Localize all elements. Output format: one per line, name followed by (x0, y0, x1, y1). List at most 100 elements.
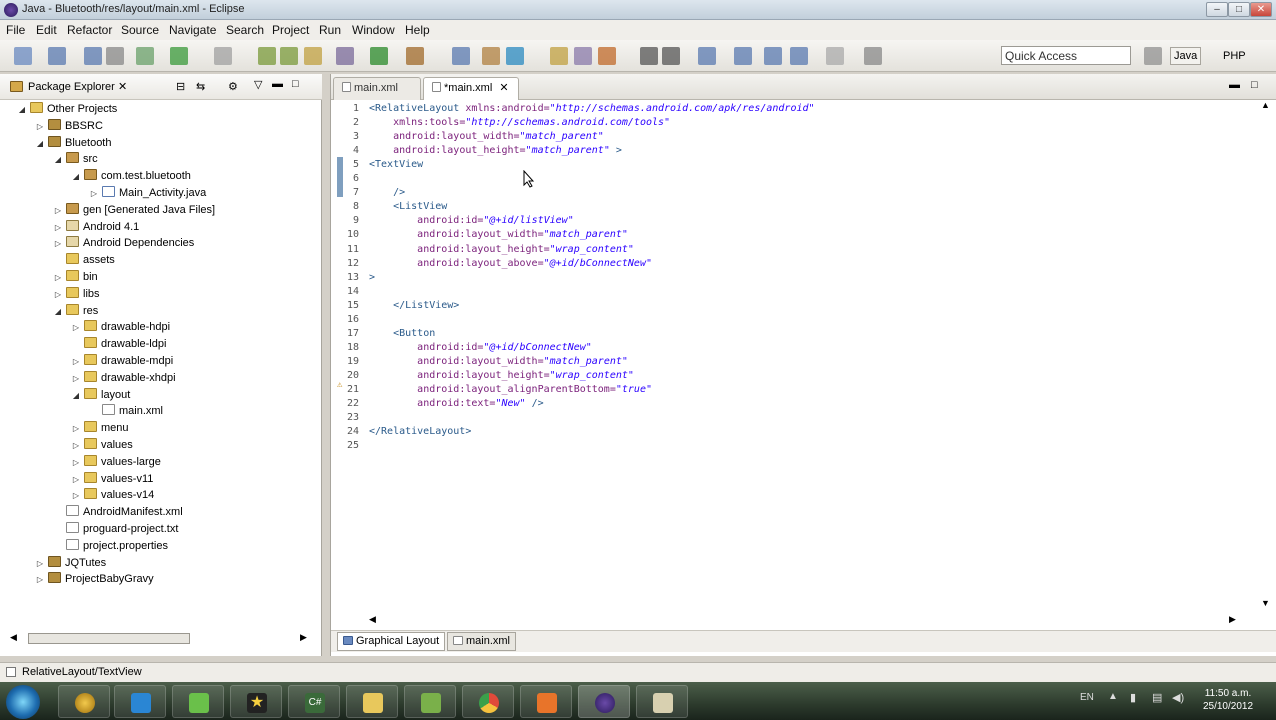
collapsed-icon[interactable]: ▷ (54, 235, 62, 252)
collapsed-icon[interactable]: ▷ (72, 454, 80, 471)
network-icon[interactable]: ▤ (1152, 691, 1162, 704)
code-line[interactable]: android:layout_width="match_parent" (369, 229, 628, 240)
tree-item[interactable]: ▷ drawable-hdpi (72, 319, 170, 336)
taskbar-app-explorer[interactable] (346, 685, 398, 718)
save-all-icon[interactable] (84, 47, 102, 65)
code-line[interactable]: android:id="@+id/listView" (369, 215, 574, 226)
collapsed-icon[interactable]: ▷ (54, 202, 62, 219)
code-line[interactable]: android:layout_width="match_parent" (369, 131, 604, 142)
collapsed-icon[interactable]: ▷ (36, 118, 44, 135)
lint-icon[interactable] (304, 47, 322, 65)
menu-edit[interactable]: Edit (36, 23, 57, 37)
back-icon[interactable] (734, 47, 752, 65)
maximize-view-icon[interactable]: □ (292, 78, 299, 90)
pin-icon[interactable] (826, 47, 844, 65)
horizontal-scrollbar[interactable]: ◀ ▶ (10, 630, 310, 646)
collapsed-icon[interactable]: ▷ (72, 353, 80, 370)
collapsed-icon[interactable]: ▷ (72, 437, 80, 454)
code-line[interactable]: </ListView> (369, 300, 459, 311)
run-play-icon[interactable] (370, 47, 388, 65)
expanded-icon[interactable]: ◢ (54, 303, 62, 320)
taskbar-app-notepadpp[interactable] (172, 685, 224, 718)
tree-item[interactable]: ▷ drawable-mdpi (72, 353, 173, 370)
collapsed-icon[interactable]: ▷ (72, 319, 80, 336)
collapsed-icon[interactable]: ▷ (72, 370, 80, 387)
forward-icon[interactable] (764, 47, 782, 65)
close-tab-icon[interactable]: ✕ (499, 82, 508, 94)
maximize-button[interactable]: □ (1228, 2, 1250, 17)
php-perspective-button[interactable]: PHP (1219, 47, 1250, 65)
code-line[interactable]: <ListView (369, 201, 447, 212)
code-line[interactable]: </RelativeLayout> (369, 426, 471, 437)
tree-item[interactable]: ▷ values-large (72, 454, 161, 471)
code-line[interactable]: <RelativeLayout xmlns:android="http://sc… (369, 103, 815, 114)
menu-project[interactable]: Project (272, 23, 309, 37)
code-line[interactable]: android:layout_height="match_parent" > (369, 145, 622, 156)
annotation-icon[interactable] (598, 47, 616, 65)
code-line[interactable]: > (369, 272, 375, 283)
external-tools-icon[interactable] (214, 47, 232, 65)
tree-item[interactable]: ▷ drawable-xhdpi (72, 370, 176, 387)
task-icon[interactable] (574, 47, 592, 65)
last-edit-icon[interactable] (698, 47, 716, 65)
scroll-up-icon[interactable]: ▲ (1261, 100, 1270, 110)
taskbar-app-chrome-old[interactable] (58, 685, 110, 718)
menu-search[interactable]: Search (226, 23, 264, 37)
close-view-icon[interactable]: ✕ (118, 80, 127, 93)
tree-item[interactable]: ▷ menu (72, 420, 129, 437)
new-class-icon[interactable] (506, 47, 524, 65)
scroll-left-icon[interactable]: ◀ (10, 632, 17, 643)
collapsed-icon[interactable]: ▷ (54, 269, 62, 286)
collapsed-icon[interactable]: ▷ (54, 219, 62, 236)
expanded-icon[interactable]: ◢ (72, 168, 80, 185)
avd-icon[interactable] (280, 47, 298, 65)
misc-icon[interactable] (864, 47, 882, 65)
tree-item[interactable]: ◢ res (54, 303, 98, 320)
tree-item[interactable]: ▷ Main_Activity.java (90, 185, 206, 202)
code-line[interactable]: xmlns:tools="http://schemas.android.com/… (369, 117, 670, 128)
volume-icon[interactable]: ◀) (1172, 691, 1184, 704)
tab-main-xml-dirty[interactable]: *main.xml ✕ (423, 77, 519, 100)
menu-file[interactable]: File (6, 23, 25, 37)
collapsed-icon[interactable]: ▷ (72, 420, 80, 437)
search-icon[interactable] (452, 47, 470, 65)
new-icon[interactable] (14, 47, 32, 65)
tree-item[interactable]: ▷ gen [Generated Java Files] (54, 202, 215, 219)
taskbar-app-chrome[interactable] (462, 685, 514, 718)
code-line[interactable]: android:text="New" /> (369, 398, 543, 409)
collapsed-icon[interactable]: ▷ (36, 555, 44, 572)
link-editor-icon[interactable]: ⇆ (196, 80, 205, 93)
tree-item[interactable]: AndroidManifest.xml (54, 504, 183, 521)
tray-expand-icon[interactable]: ▲ (1108, 691, 1118, 702)
scroll-right-icon[interactable]: ▶ (300, 632, 307, 643)
tree-item[interactable]: drawable-ldpi (72, 336, 166, 353)
open-perspective-icon[interactable] (1144, 47, 1162, 65)
open-type-icon[interactable] (550, 47, 568, 65)
debug-icon[interactable] (136, 47, 154, 65)
nav-icon[interactable] (790, 47, 808, 65)
taskbar-app-xampp[interactable] (520, 685, 572, 718)
tree-item[interactable]: ▷ bin (54, 269, 98, 286)
battery-icon[interactable]: ▮ (1130, 691, 1136, 704)
android-sdk-icon[interactable] (258, 47, 276, 65)
code-line[interactable]: /> (369, 187, 405, 198)
taskbar-app-star[interactable]: ★ (230, 685, 282, 718)
menu-source[interactable]: Source (121, 23, 159, 37)
tree-item[interactable]: ◢ Other Projects (18, 101, 117, 118)
code-line[interactable]: <Button (369, 328, 435, 339)
tree-item[interactable]: main.xml (90, 403, 163, 420)
tree-item[interactable]: project.properties (54, 538, 168, 555)
java-perspective-button[interactable]: Java (1170, 47, 1202, 65)
run-icon[interactable] (170, 47, 188, 65)
code-line[interactable]: android:layout_alignParentBottom="true" (369, 384, 652, 395)
tree-item[interactable]: ▷ BBSRC (36, 118, 103, 135)
tree-item[interactable]: ▷ Android 4.1 (54, 219, 139, 236)
menu-help[interactable]: Help (405, 23, 430, 37)
next-annotation-icon[interactable] (640, 47, 658, 65)
expanded-icon[interactable]: ◢ (54, 151, 62, 168)
new-pkg-icon[interactable] (482, 47, 500, 65)
collapsed-icon[interactable]: ▷ (54, 286, 62, 303)
tab-main-xml-source[interactable]: main.xml (447, 632, 517, 651)
expanded-icon[interactable]: ◢ (72, 387, 80, 404)
quick-access-input[interactable]: Quick Access (1001, 46, 1131, 65)
